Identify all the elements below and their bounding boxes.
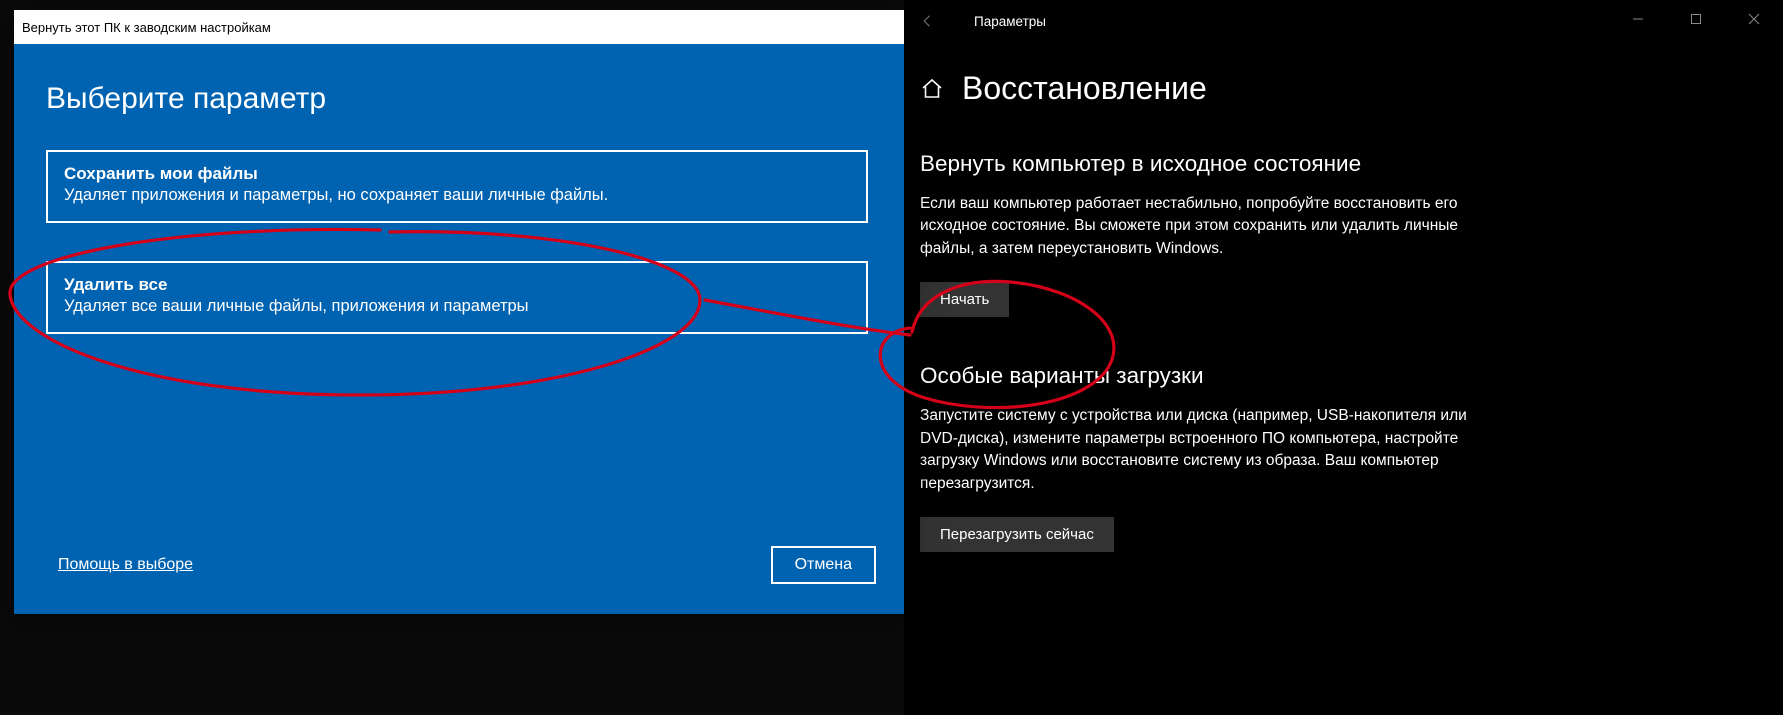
settings-titlebar: Параметры xyxy=(904,0,1783,42)
restart-now-button[interactable]: Перезагрузить сейчас xyxy=(920,517,1114,552)
reset-pc-heading: Вернуть компьютер в исходное состояние xyxy=(920,151,1550,177)
help-link[interactable]: Помощь в выборе xyxy=(58,556,193,574)
option-remove-everything-title: Удалить все xyxy=(64,275,850,295)
dialog-window-title: Вернуть этот ПК к заводским настройкам xyxy=(22,20,271,35)
option-keep-files-desc: Удаляет приложения и параметры, но сохра… xyxy=(64,186,850,205)
page-title: Восстановление xyxy=(962,70,1207,107)
option-remove-everything-desc: Удаляет все ваши личные файлы, приложени… xyxy=(64,297,850,316)
maximize-button[interactable] xyxy=(1667,0,1725,38)
dialog-body: Выберите параметр Сохранить мои файлы Уд… xyxy=(14,44,904,396)
option-remove-everything[interactable]: Удалить все Удаляет все ваши личные файл… xyxy=(46,261,868,334)
dialog-heading: Выберите параметр xyxy=(46,82,872,116)
advanced-startup-heading: Особые варианты загрузки xyxy=(920,363,1550,389)
page-header: Восстановление xyxy=(920,70,1550,107)
reset-pc-text: Если ваш компьютер работает нестабильно,… xyxy=(920,193,1460,260)
advanced-startup-section: Особые варианты загрузки Запустите систе… xyxy=(920,363,1550,552)
reset-start-button[interactable]: Начать xyxy=(920,282,1009,317)
dialog-footer: Помощь в выборе Отмена xyxy=(58,546,876,584)
close-button[interactable] xyxy=(1725,0,1783,38)
advanced-startup-text: Запустите систему с устройства или диска… xyxy=(920,405,1490,495)
dialog-titlebar: Вернуть этот ПК к заводским настройкам xyxy=(14,10,904,44)
minimize-button[interactable] xyxy=(1609,0,1667,38)
reset-pc-section: Вернуть компьютер в исходное состояние Е… xyxy=(920,151,1550,317)
back-button[interactable] xyxy=(904,0,952,42)
settings-content: Восстановление Вернуть компьютер в исход… xyxy=(920,70,1550,598)
home-icon xyxy=(920,77,944,101)
reset-pc-dialog: Вернуть этот ПК к заводским настройкам В… xyxy=(14,10,904,614)
window-controls xyxy=(1609,0,1783,38)
option-keep-files[interactable]: Сохранить мои файлы Удаляет приложения и… xyxy=(46,150,868,223)
cancel-button[interactable]: Отмена xyxy=(771,546,876,584)
settings-title: Параметры xyxy=(974,14,1046,29)
option-keep-files-title: Сохранить мои файлы xyxy=(64,164,850,184)
